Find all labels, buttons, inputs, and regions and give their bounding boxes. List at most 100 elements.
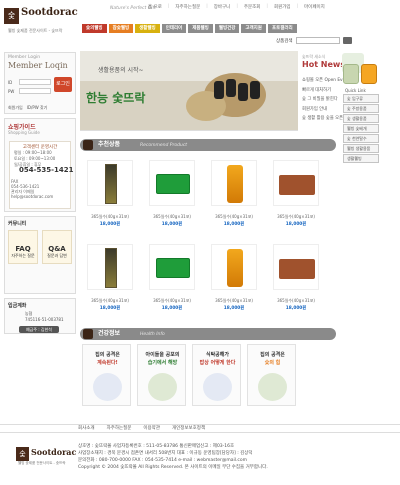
bank-title: 입금계좌 xyxy=(8,303,27,309)
qa-tile[interactable]: Q&A 질문과 답변 xyxy=(42,230,72,264)
product-name: 365일수(40g×31포) xyxy=(91,298,129,303)
footer-logo-mark: 숯 xyxy=(16,447,29,461)
top-link[interactable]: 홈 으로 xyxy=(148,4,162,10)
guide-subtitle: Shopping Guide xyxy=(8,130,40,135)
shopping-guide: 쇼핑가이드 Shopping Guide 고객센터 운영시간 평일 : 09:0… xyxy=(4,118,76,212)
product-price: 18,000원 xyxy=(161,306,183,311)
quick-link-item[interactable]: 숯 주방용품 xyxy=(343,104,379,113)
signup-link[interactable]: 회원가입 xyxy=(8,105,23,111)
quick-top-icon[interactable] xyxy=(343,64,359,84)
health-card-illustration xyxy=(148,373,177,401)
login-button[interactable]: 로그인 xyxy=(54,77,72,92)
bank-box: 입금계좌 농협 745116-51-003781 예금주 : 김한석 xyxy=(4,298,76,334)
find-pw-link[interactable]: ID/PW 찾기 xyxy=(27,105,48,111)
main-nav: 숯의웰빙 참숯웰빙 생활웰빙 인테리어 제품웰빙 웰빙건강 고객지원 포토갤러리 xyxy=(82,24,297,33)
nav-item[interactable]: 제품웰빙 xyxy=(188,24,213,33)
pw-label: PW xyxy=(8,88,15,94)
quick-link-item[interactable]: 웰빙 생활용품 xyxy=(343,144,379,153)
health-card[interactable]: 집의 공격은 숯의 힘 xyxy=(247,344,296,406)
logo-mark: 숯 xyxy=(4,8,19,24)
quick-link-item[interactable]: 웰빙 숯베개 xyxy=(343,124,379,133)
top-link-separator: | xyxy=(266,4,268,9)
logo-text: Sootdorac xyxy=(21,7,78,18)
footer-link[interactable]: 자주하는질문 xyxy=(107,425,132,432)
quick-top-icon-2[interactable] xyxy=(361,64,377,84)
search-button[interactable] xyxy=(342,37,352,44)
health-card-illustration xyxy=(258,373,287,401)
footer-link[interactable]: 개인정보보호정책 xyxy=(172,425,205,432)
top-link[interactable]: 회원가입 xyxy=(274,4,291,10)
nav-item[interactable]: 웰빙건강 xyxy=(214,24,240,33)
product-name: 365일수(40g×31포) xyxy=(215,298,253,303)
top-link-separator: | xyxy=(236,4,238,9)
footer-logo-tagline: 웰빙 숯제품 전문사이트 - 숯뜨락 xyxy=(18,461,66,465)
email-address[interactable]: help@sootdorac.com xyxy=(11,194,53,199)
health-card-line1: 집의 공격은 xyxy=(260,352,285,358)
nav-item[interactable]: 참숯웰빙 xyxy=(108,24,134,33)
faq-tile[interactable]: FAQ 자주하는 질문 xyxy=(8,230,38,264)
left-column: Member Login Member Loqin ID PW 로그인 회원가입… xyxy=(4,52,76,338)
health-bar: 건강정보 Health Info xyxy=(80,328,336,340)
product-image[interactable] xyxy=(273,244,319,290)
product-image[interactable] xyxy=(149,160,195,206)
health-card-illustration xyxy=(93,373,122,401)
product-name: 365일수(40g×31포) xyxy=(153,298,191,303)
health-card[interactable]: 집의 공격은계속된다! xyxy=(82,344,131,406)
top-links: 홈 으로 | 자주하는질문 | 장바구니 | 주문조회 | 회원가입 | 마이페이지 xyxy=(148,4,325,10)
login-links: 회원가입 ID/PW 찾기 xyxy=(8,105,47,111)
charcoal-piece xyxy=(214,81,224,99)
health-card[interactable]: 식탁공해가 밥상 어떻게 한다 xyxy=(192,344,241,406)
footer-logo-text: Sootdorac xyxy=(31,447,77,457)
product-image[interactable] xyxy=(273,160,319,206)
product-image[interactable] xyxy=(211,244,257,290)
product-image[interactable] xyxy=(87,244,133,290)
product-card[interactable]: 365일수(40g×31포) 18,000원 xyxy=(84,242,136,340)
product-price: 18,000원 xyxy=(285,222,307,227)
search-bar: 상품검색 xyxy=(276,37,352,44)
health-title: 건강정보 xyxy=(98,330,121,337)
quick-link-item[interactable]: 숯 천연탈수 xyxy=(343,134,379,143)
recommend-title: 추천상품 xyxy=(98,141,121,148)
product-name: 365일수(40g×31포) xyxy=(277,298,315,303)
quick-link-item[interactable]: 숯 입구류 xyxy=(343,94,379,103)
product-image[interactable] xyxy=(149,244,195,290)
product-can-image xyxy=(227,249,243,287)
product-price: 18,000원 xyxy=(285,306,307,311)
top-link[interactable]: 주문조회 xyxy=(244,4,261,10)
faq-label: FAQ xyxy=(15,245,31,253)
nav-item[interactable]: 포토갤러리 xyxy=(267,24,297,33)
product-card[interactable]: 365일수(40g×31포) 18,000원 xyxy=(146,242,198,340)
top-link[interactable]: 자주하는질문 xyxy=(175,4,200,10)
faq-sublabel: 자주하는 질문 xyxy=(11,253,35,258)
login-box: Member Login Member Loqin ID PW 로그인 회원가입… xyxy=(4,52,76,114)
top-link-separator: | xyxy=(206,4,208,9)
health-card-line1: 집의 공격은 xyxy=(95,352,120,358)
health-card[interactable]: 아이들을 공포의 습기에서 해방 xyxy=(137,344,186,406)
health-card-line1: 식탁공해가 xyxy=(205,352,229,358)
footer-info: 상호명 : 숯뜨락몰 사업자등록번호 : 511-05-83786 통신판매업신… xyxy=(78,443,268,471)
search-input[interactable] xyxy=(295,37,340,44)
product-card[interactable]: 365일수(40g×31포) 18,000원 xyxy=(270,242,322,340)
quick-link-item[interactable]: 생활웰빙 xyxy=(343,154,379,163)
nav-item[interactable]: 고객지원 xyxy=(241,24,266,33)
site-logo[interactable]: 숯 Sootdorac 웰빙 숯제품 전문사이트 - 숯뜨락 xyxy=(4,6,78,34)
id-field[interactable] xyxy=(19,79,51,85)
quick-link-item[interactable]: 숯 생활용품 xyxy=(343,114,379,123)
nav-item[interactable]: 생활웰빙 xyxy=(135,24,160,33)
footer-link[interactable]: 이용약관 xyxy=(143,425,160,432)
health-card-line2: 계속된다! xyxy=(97,360,118,366)
nav-item[interactable]: 숯의웰빙 xyxy=(82,24,107,33)
charcoal-piece xyxy=(250,81,260,99)
main-banner[interactable]: 생활용품의 시작~ 한능 숯뜨락 xyxy=(80,51,298,131)
footer: 숯 Sootdorac 웰빙 숯제품 전문사이트 - 숯뜨락 상호명 : 숯뜨락… xyxy=(0,435,400,485)
top-link[interactable]: 마이페이지 xyxy=(304,4,325,10)
top-link[interactable]: 장바구니 xyxy=(214,4,231,10)
product-image[interactable] xyxy=(87,160,133,206)
product-price: 18,000원 xyxy=(99,222,121,227)
footer-link[interactable]: 회사소개 xyxy=(78,425,95,432)
pw-field[interactable] xyxy=(19,88,51,94)
product-card[interactable]: 365일수(40g×31포) 18,000원 xyxy=(208,242,260,340)
nav-item[interactable]: 인테리어 xyxy=(161,24,187,33)
product-image[interactable] xyxy=(211,160,257,206)
footer-line: 상호명 : 숯뜨락몰 사업자등록번호 : 511-05-83786 통신판매업신… xyxy=(78,444,235,449)
